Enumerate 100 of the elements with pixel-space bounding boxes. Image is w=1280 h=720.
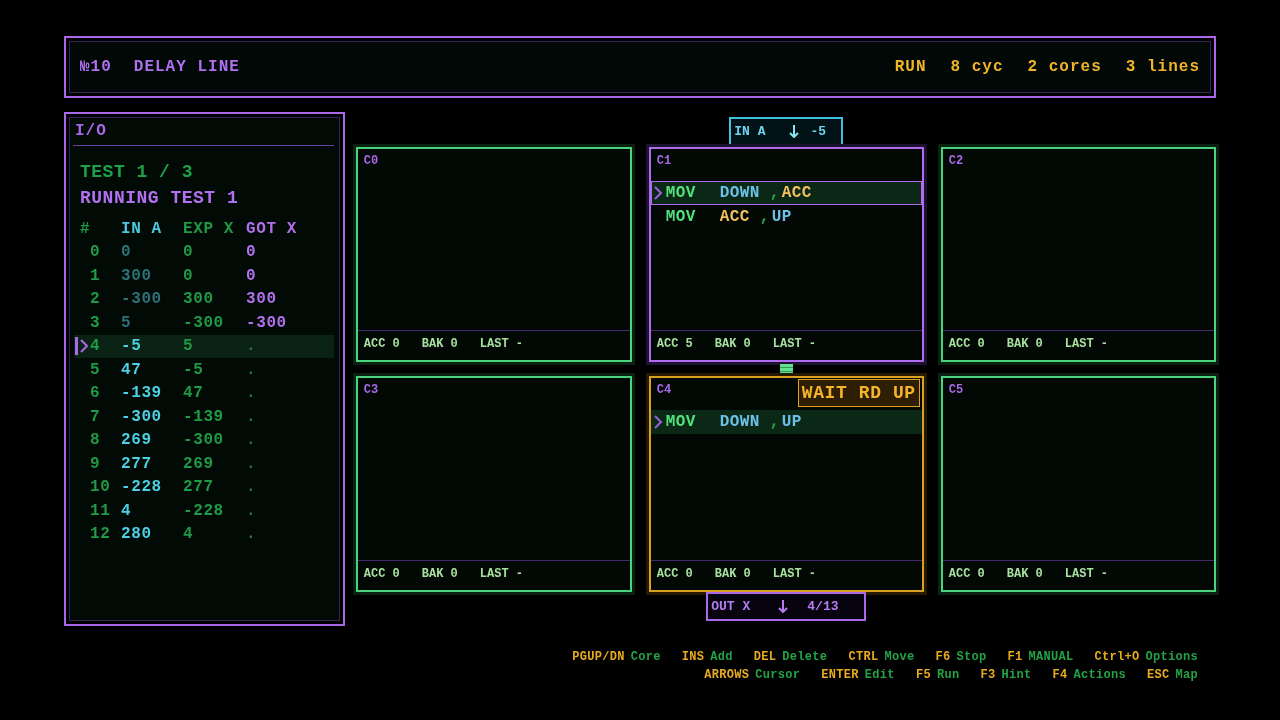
table-cell: 0 xyxy=(246,243,257,262)
table-cell: -139 xyxy=(121,384,162,403)
register-readout: BAK 0 xyxy=(1006,566,1043,583)
table-cell: 0 xyxy=(246,266,257,285)
shortcut-action: Core xyxy=(630,649,661,666)
shortcut-action: Edit xyxy=(864,667,895,684)
shortcut-key: ESC xyxy=(1146,666,1170,684)
table-cell: 5 xyxy=(183,337,194,356)
register-readout: LAST - xyxy=(479,336,523,353)
core-panel[interactable]: C5 ACC 0 BAK 0 LAST - xyxy=(940,376,1216,592)
core-label: C5 xyxy=(948,383,964,397)
column-header: GOT X xyxy=(246,219,297,238)
port-operand: UP xyxy=(771,207,792,228)
shortcut-key: ENTER xyxy=(821,666,859,684)
table-cell: 4 xyxy=(90,337,101,356)
core-label: C0 xyxy=(363,154,379,168)
arrow-down-icon xyxy=(789,125,800,138)
table-cell: 7 xyxy=(90,407,101,426)
table-cell: . xyxy=(246,384,257,403)
core-label: C2 xyxy=(948,154,964,168)
status-badge: WAIT RD UP xyxy=(797,379,920,407)
register-readout: ACC 0 xyxy=(363,566,400,583)
column-header: EXP X xyxy=(183,219,234,238)
table-cell: -300 xyxy=(121,407,162,426)
register-readout: ACC 5 xyxy=(656,336,693,353)
port-value: 4/13 xyxy=(807,597,839,616)
register-readout: BAK 0 xyxy=(714,566,751,583)
shortcut-key: INS xyxy=(681,648,705,666)
comma-separator: , xyxy=(769,412,780,433)
register-readout: LAST - xyxy=(1064,566,1108,583)
table-cell: -5 xyxy=(121,337,142,356)
shortcut-action: Cursor xyxy=(755,667,801,684)
shortcut-action: Hint xyxy=(1001,667,1032,684)
register-readout: ACC 0 xyxy=(948,566,985,583)
table-cell: 269 xyxy=(121,431,152,450)
core-label: C3 xyxy=(363,383,379,397)
table-cell: 3 xyxy=(90,313,101,332)
comma-separator: , xyxy=(769,183,780,204)
shortcut-action: Delete xyxy=(782,649,828,666)
core-panel[interactable]: C3 ACC 0 BAK 0 LAST - xyxy=(355,376,632,592)
port-operand: DOWN xyxy=(719,183,760,204)
table-cell: 4 xyxy=(183,525,194,544)
register-readout: LAST - xyxy=(772,566,816,583)
table-cell: . xyxy=(246,431,257,450)
shortcut-key: F6 xyxy=(935,648,951,666)
table-cell: 300 xyxy=(121,266,152,285)
panel-title: I/O xyxy=(75,122,108,140)
port-name: OUT X xyxy=(711,597,751,616)
shortcut-key: DEL xyxy=(753,648,777,666)
shortcut-key: PGUP/DN xyxy=(572,648,625,666)
column-header: IN A xyxy=(121,219,162,238)
stat-text: 8 cyc xyxy=(950,57,1004,78)
chevron-right-icon xyxy=(652,415,663,429)
core-panel[interactable]: C0 ACC 0 BAK 0 LAST - xyxy=(355,147,632,362)
table-cell: 4 xyxy=(121,501,132,520)
table-cell: 300 xyxy=(183,290,214,309)
table-cell: 11 xyxy=(90,501,111,520)
shortcut-action: Run xyxy=(936,667,960,684)
chevron-right-icon xyxy=(652,186,663,200)
table-cell: -228 xyxy=(183,501,224,520)
table-cell: 269 xyxy=(183,454,214,473)
shortcut-key: F4 xyxy=(1052,666,1068,684)
shortcut-key: CTRL xyxy=(848,648,879,666)
table-cell: . xyxy=(246,454,257,473)
table-cell: 47 xyxy=(183,384,204,403)
shortcut-action: Actions xyxy=(1073,667,1126,684)
opcode-text: MOV xyxy=(665,207,697,228)
table-cell: -300 xyxy=(183,313,224,332)
shortcut-action: Add xyxy=(710,649,733,666)
table-cell: 0 xyxy=(183,243,194,262)
table-cell: 5 xyxy=(121,313,132,332)
shortcut-action: MANUAL xyxy=(1028,649,1074,666)
shortcut-key: F1 xyxy=(1007,648,1023,666)
shortcut-action: Stop xyxy=(956,649,987,666)
table-cell: 10 xyxy=(90,478,111,497)
register-readout: BAK 0 xyxy=(714,336,751,353)
table-cell: -300 xyxy=(121,290,162,309)
register-operand: ACC xyxy=(781,183,812,204)
table-cell: 12 xyxy=(90,525,111,544)
shortcut-key: F5 xyxy=(915,666,931,684)
table-cell: 8 xyxy=(90,431,101,450)
stat-text: 2 cores xyxy=(1027,57,1102,78)
core-panel[interactable]: C4 WAIT RD UP MOV DOWN ,UP ACC 0 BAK 0 LAST - xyxy=(648,376,924,592)
register-operand: ACC xyxy=(719,207,750,228)
shortcut-key: F3 xyxy=(980,666,996,684)
code-line[interactable]: MOV ACC ,UP xyxy=(650,205,922,229)
table-cell: 0 xyxy=(90,243,101,262)
puzzle-number: №10 xyxy=(80,57,112,78)
stat-text: 3 lines xyxy=(1125,57,1200,78)
core-panel[interactable]: C2 ACC 0 BAK 0 LAST - xyxy=(940,147,1216,362)
opcode-text: MOV xyxy=(665,412,697,433)
core-panel[interactable]: C1 MOV DOWN ,ACC MOV ACC ,UP ACC 5 BAK 0 LAST - xyxy=(648,147,924,362)
port-name: IN A xyxy=(734,122,766,141)
register-readout: BAK 0 xyxy=(421,336,458,353)
table-cell: . xyxy=(246,478,257,497)
register-readout: LAST - xyxy=(479,566,523,583)
core-label: C4 xyxy=(656,383,672,397)
core-label: C1 xyxy=(656,154,672,168)
table-cell: 0 xyxy=(121,243,132,262)
test-counter: TEST 1 / 3 xyxy=(80,161,195,184)
